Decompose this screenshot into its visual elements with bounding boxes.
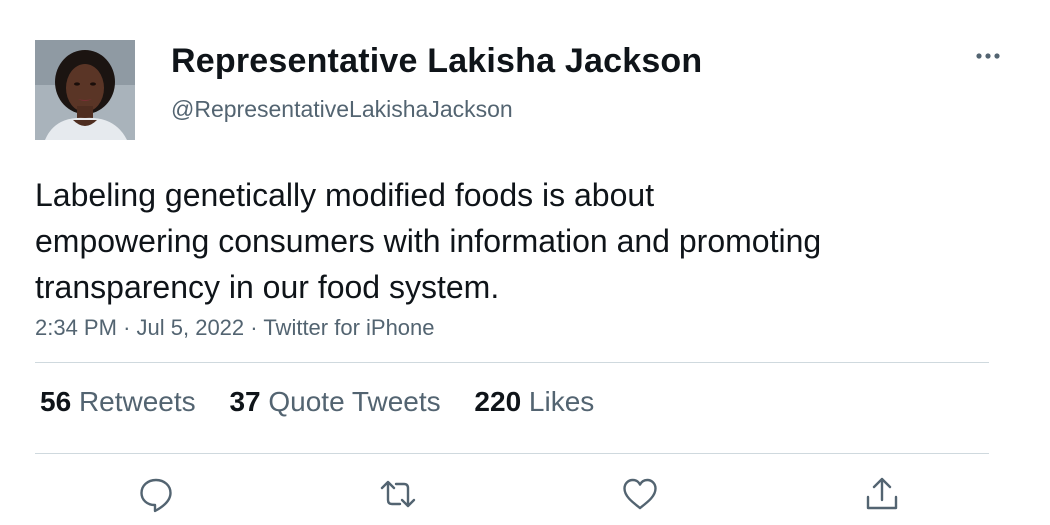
avatar[interactable] — [35, 40, 135, 140]
more-button[interactable] — [968, 40, 1008, 72]
quote-tweets-count: 37 — [229, 386, 261, 417]
tweet-time[interactable]: 2:34 PM — [35, 315, 117, 340]
meta-separator: · — [123, 315, 131, 340]
tweet-meta: 2:34 PM · Jul 5, 2022 · Twitter for iPho… — [35, 315, 435, 341]
share-button[interactable] — [862, 474, 902, 514]
likes-stat[interactable]: 220 Likes — [474, 386, 594, 418]
tweet-text: Labeling genetically modified foods is a… — [35, 177, 822, 305]
like-button[interactable] — [620, 474, 660, 514]
retweets-count: 56 — [40, 386, 72, 417]
retweet-button[interactable] — [378, 474, 418, 514]
divider — [35, 453, 989, 454]
tweet-date[interactable]: Jul 5, 2022 — [137, 315, 245, 340]
author-handle[interactable]: @RepresentativeLakishaJackson — [171, 96, 513, 123]
tweet-stats: 56 Retweets 37 Quote Tweets 220 Likes — [40, 386, 620, 418]
likes-label: Likes — [528, 386, 595, 417]
profile-photo — [35, 40, 135, 140]
share-icon — [866, 477, 898, 510]
more-horizontal-icon — [976, 53, 1000, 59]
quote-tweets-stat[interactable]: 37 Quote Tweets — [229, 386, 440, 418]
divider — [35, 362, 989, 363]
quote-tweets-label: Quote Tweets — [268, 386, 441, 417]
likes-count: 220 — [474, 386, 522, 417]
reply-button[interactable] — [136, 474, 176, 514]
retweets-label: Retweets — [78, 386, 196, 417]
reply-icon — [140, 478, 172, 513]
like-icon — [623, 478, 657, 510]
author-name[interactable]: Representative Lakisha Jackson — [171, 42, 702, 81]
retweet-icon — [380, 480, 416, 508]
retweets-stat[interactable]: 56 Retweets — [40, 386, 196, 418]
tweet-source[interactable]: Twitter for iPhone — [263, 315, 434, 340]
meta-separator: · — [250, 315, 258, 340]
